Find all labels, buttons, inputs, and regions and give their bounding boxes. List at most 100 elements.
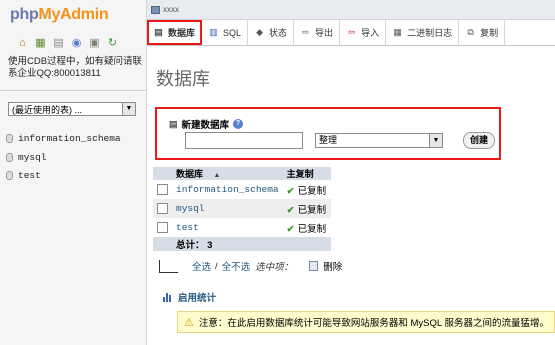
server-name: xxxx [163, 5, 179, 14]
total-empty-cell [153, 237, 172, 251]
check-all-link[interactable]: 全选 [192, 259, 211, 273]
replication-cell: ✔ 已复制 [282, 180, 331, 199]
sidebar-divider [0, 90, 146, 91]
tab-export[interactable]: ⇨ 导出 [294, 20, 341, 45]
row-checkbox-cell [153, 218, 172, 237]
database-icon [6, 171, 13, 180]
reload-icon[interactable]: ↻ [107, 38, 118, 49]
chevron-down-icon: ▼ [429, 134, 442, 147]
recent-tables-value: (最近使用的表) ... [12, 105, 82, 115]
replication-cell: ✔ 已复制 [282, 199, 331, 218]
delete-label[interactable]: 删除 [323, 259, 342, 273]
tab-label: 导出 [315, 28, 334, 38]
replication-status: 已复制 [297, 185, 327, 197]
notice-text: 注意：在此启用数据库统计可能导致网站服务器和 MySQL 服务器之间的流量猛增。 [198, 318, 549, 329]
tab-import[interactable]: ⇦ 导入 [340, 20, 387, 45]
row-checkbox[interactable] [157, 221, 168, 233]
table-row: test ✔ 已复制 [153, 218, 331, 237]
recent-tables-select[interactable]: (最近使用的表) ... ▼ [8, 102, 136, 116]
create-button[interactable]: 创建 [463, 132, 495, 149]
help-icon[interactable]: ? [233, 119, 244, 129]
warning-icon: ⚠ [184, 316, 194, 329]
new-database-icon: ▤ [169, 118, 178, 129]
replication-status: 已复制 [297, 204, 327, 216]
databases-table: 数据库 ▲ 主复制 information_schema ✔ 已复制 mysql … [153, 167, 331, 251]
tab-binlog[interactable]: ▦ 二进制日志 [386, 20, 460, 45]
separator: / [215, 260, 218, 272]
uncheck-all-link[interactable]: 全不选 [222, 259, 251, 273]
delete-icon[interactable] [309, 261, 319, 271]
tab-label: SQL [223, 27, 242, 38]
total-row: 总计： 3 [153, 237, 331, 251]
import-icon: ⇦ [347, 27, 356, 37]
server-breadcrumb-bar: xxxx [147, 0, 555, 20]
enable-statistics-label: 启用统计 [178, 293, 217, 304]
sort-asc-icon: ▲ [213, 172, 221, 179]
checkmark-icon: ✔ [286, 185, 295, 197]
sidebar-icon-row: ⌂ ▦ ▤ ◉ ▣ ↻ [17, 38, 118, 49]
database-icon [6, 134, 13, 143]
total-cell: 总计： 3 [172, 237, 283, 251]
with-selected-label: 选中项： [255, 262, 294, 273]
column-header-label: 数据库 [176, 169, 204, 179]
sql-doc-icon[interactable]: ◉ [71, 38, 82, 49]
sidebar-db-mysql[interactable]: mysql [6, 152, 47, 163]
checkmark-icon: ✔ [286, 223, 295, 235]
breadcrumb[interactable]: xxxx [151, 5, 179, 14]
server-icon [151, 5, 160, 14]
replication-cell: ✔ 已复制 [282, 218, 331, 237]
total-empty-cell [282, 237, 331, 251]
chevron-down-icon: ▼ [122, 103, 135, 115]
total-count: 3 [207, 240, 213, 251]
sidebar-db-label: mysql [18, 152, 47, 163]
collation-value: 整理 [319, 135, 338, 145]
create-database-form: ▤ 新建数据库 ? 整理 ▼ 创建 [155, 107, 501, 160]
database-icon [6, 153, 13, 162]
tab-label: 数据库 [168, 28, 196, 38]
row-checkbox[interactable] [157, 183, 168, 195]
phpmyadmin-logo[interactable]: phpMyAdmin [10, 6, 109, 24]
total-label: 总计： [176, 240, 205, 251]
db-link[interactable]: information_schema [176, 184, 279, 195]
tab-replication[interactable]: ⧉ 复制 [459, 20, 506, 45]
tab-label: 复制 [480, 28, 499, 38]
replication-status: 已复制 [297, 223, 327, 235]
db-name-cell: mysql [172, 199, 283, 218]
page-title: 数据库 [156, 69, 210, 89]
query-window-icon[interactable]: ▤ [53, 38, 64, 49]
navigation-sidebar: phpMyAdmin ⌂ ▦ ▤ ◉ ▣ ↻ 使用CDB过程中，如有疑问请联系企… [0, 0, 147, 345]
docs-icon[interactable]: ▣ [89, 38, 100, 49]
bulk-actions: 全选 / 全不选 选中项： 删除 [159, 259, 342, 273]
sidebar-db-label: information_schema [18, 133, 121, 144]
sidebar-db-information-schema[interactable]: information_schema [6, 133, 121, 144]
sql-icon: ▥ [209, 27, 218, 37]
home-icon[interactable]: ⌂ [17, 38, 28, 49]
column-header-name[interactable]: 数据库 ▲ [172, 167, 283, 180]
tab-label: 二进制日志 [407, 28, 453, 38]
binlog-icon: ▦ [393, 27, 402, 37]
collation-select[interactable]: 整理 ▼ [315, 133, 443, 148]
tab-sql[interactable]: ▥ SQL [202, 20, 249, 45]
column-header-replication: 主复制 [282, 167, 331, 180]
table-header-row: 数据库 ▲ 主复制 [153, 167, 331, 180]
tab-status[interactable]: ◆ 状态 [248, 20, 295, 45]
exit-icon[interactable]: ▦ [35, 38, 46, 49]
row-checkbox[interactable] [157, 202, 168, 214]
table-row: information_schema ✔ 已复制 [153, 180, 331, 199]
logo-text-myadmin: MyAdmin [38, 6, 109, 23]
sidebar-db-test[interactable]: test [6, 170, 41, 181]
export-icon: ⇨ [301, 27, 310, 37]
db-link[interactable]: test [176, 222, 199, 233]
db-link[interactable]: mysql [176, 203, 205, 214]
db-name-cell: test [172, 218, 283, 237]
create-database-heading: ▤ 新建数据库 ? [169, 117, 244, 131]
arrow-left-up-icon [159, 259, 178, 273]
server-tabs: ▤ 数据库 ▥ SQL ◆ 状态 ⇨ 导出 ⇦ 导入 ▦ 二进制日志 ⧉ 复制 [147, 20, 555, 46]
enable-statistics-link[interactable]: 启用统计 [163, 290, 216, 304]
database-name-input[interactable] [185, 132, 303, 149]
tab-label: 导入 [361, 28, 380, 38]
tab-databases[interactable]: ▤ 数据库 [147, 20, 203, 45]
logo-text-php: php [10, 6, 39, 23]
table-row: mysql ✔ 已复制 [153, 199, 331, 218]
database-icon: ▤ [154, 27, 163, 37]
